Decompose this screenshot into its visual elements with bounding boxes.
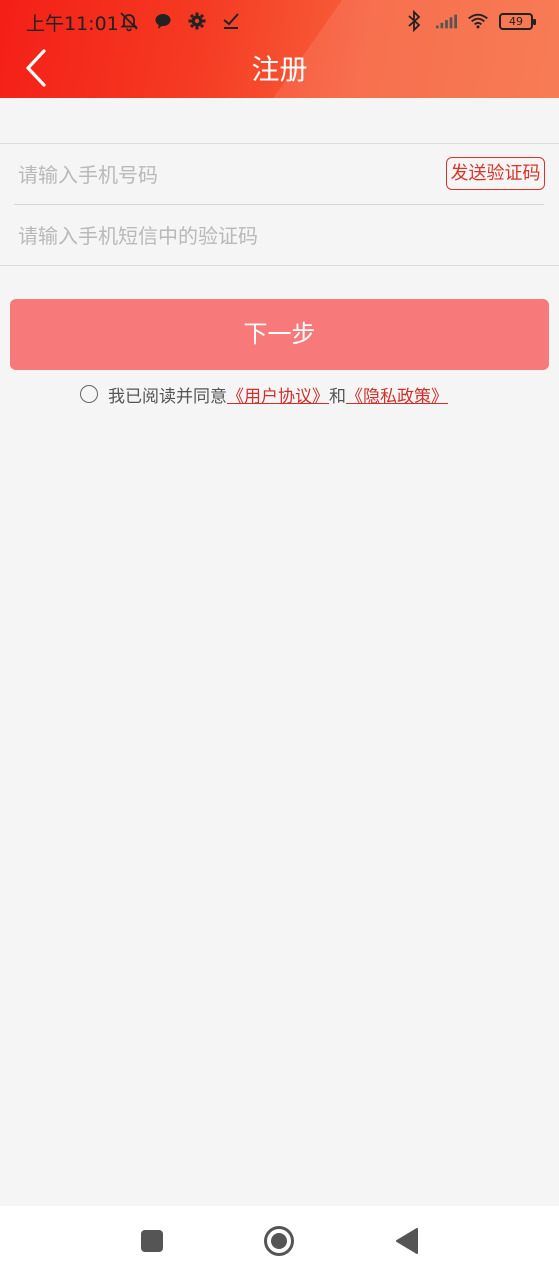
system-navigation-bar (0, 1206, 559, 1280)
verification-code-input[interactable] (18, 205, 538, 266)
chat-bubble-icon (152, 10, 174, 32)
mute-bell-icon (118, 10, 140, 32)
privacy-policy-link[interactable]: 《隐私政策》 (346, 382, 448, 407)
send-code-button[interactable]: 发送验证码 (446, 157, 545, 190)
battery-icon: 49 (499, 12, 536, 30)
download-check-icon (220, 10, 242, 32)
page-title: 注册 (251, 53, 308, 86)
next-step-button[interactable]: 下一步 (10, 299, 549, 370)
home-icon (263, 1225, 295, 1261)
user-agreement-link[interactable]: 《用户协议》 (227, 382, 329, 407)
phone-row: 发送验证码 (14, 144, 545, 205)
status-time: 上午11:01 (26, 13, 119, 35)
status-icons-left (118, 10, 242, 32)
register-form: 发送验证码 (0, 143, 559, 266)
agree-radio[interactable] (80, 385, 98, 403)
gear-icon (186, 10, 208, 32)
code-row (14, 205, 544, 266)
nav-bar: 注册 (0, 42, 559, 98)
agreement-line: 我已阅读并同意 《用户协议》 和 《隐私政策》 (80, 381, 448, 407)
home-button[interactable] (262, 1226, 296, 1260)
status-bar: 上午11:01 49 (0, 0, 559, 42)
wifi-icon (467, 10, 489, 32)
agreement-prefix: 我已阅读并同意 (108, 386, 227, 407)
back-triangle-icon (395, 1228, 419, 1258)
recent-apps-icon (140, 1229, 164, 1257)
recent-apps-button[interactable] (135, 1226, 169, 1260)
system-back-button[interactable] (390, 1226, 424, 1260)
phone-input[interactable] (18, 144, 438, 205)
signal-icon (435, 10, 457, 32)
agreement-conjunction: 和 (329, 386, 346, 407)
app-header: 上午11:01 49 注册 (0, 0, 559, 98)
bluetooth-icon (403, 10, 425, 32)
status-icons-right: 49 (403, 10, 536, 32)
